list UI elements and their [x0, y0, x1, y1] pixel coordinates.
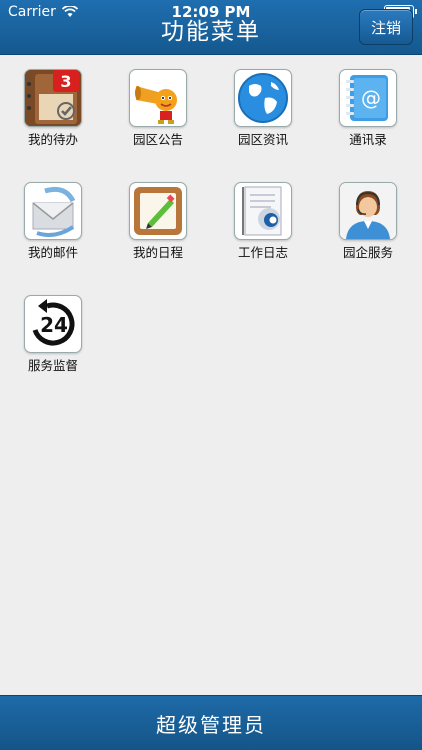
menu-item-label: 我的邮件: [27, 245, 78, 260]
24-hour-service-icon: 24: [24, 295, 82, 353]
menu-item-todo[interactable]: 3 我的待办: [13, 69, 93, 148]
menu-item-contacts[interactable]: @ 通讯录: [328, 69, 408, 148]
todo-planner-icon: 3: [24, 69, 82, 127]
menu-item-enterprise-service[interactable]: 园企服务: [328, 182, 408, 261]
menu-item-label: 我的待办: [27, 132, 78, 147]
menu-item-worklog[interactable]: 工作日志: [223, 182, 303, 261]
globe-icon: [234, 69, 292, 127]
logout-button[interactable]: 注销: [359, 9, 413, 45]
menu-item-label: 我的日程: [132, 245, 183, 260]
menu-item-service-supervision[interactable]: 24 服务监督: [13, 295, 93, 374]
menu-item-mail[interactable]: 我的邮件: [13, 182, 93, 261]
svg-text:24: 24: [40, 313, 68, 337]
footer-bar: 超级管理员: [0, 695, 422, 750]
menu-item-label: 通讯录: [349, 132, 387, 147]
address-book-icon: @: [339, 69, 397, 127]
menu-item-news[interactable]: 园区资讯: [223, 69, 303, 148]
announcement-horn-icon: [129, 69, 187, 127]
navigation-bar: Carrier 12:09 PM 功能菜单 注销: [0, 0, 422, 55]
menu-item-announcement[interactable]: 园区公告: [118, 69, 198, 148]
customer-service-agent-icon: [339, 182, 397, 240]
schedule-notepad-icon: [129, 182, 187, 240]
todo-count-badge: 3: [60, 72, 72, 91]
work-log-document-icon: [234, 182, 292, 240]
menu-item-schedule[interactable]: 我的日程: [118, 182, 198, 261]
menu-item-label: 园区公告: [132, 132, 183, 147]
menu-item-label: 工作日志: [237, 245, 288, 260]
menu-item-label: 服务监督: [27, 358, 78, 373]
mail-envelope-icon: [24, 182, 82, 240]
user-role-label: 超级管理员: [156, 712, 266, 737]
menu-item-label: 园企服务: [342, 245, 393, 260]
menu-item-label: 园区资讯: [237, 132, 288, 147]
svg-text:@: @: [361, 86, 381, 110]
